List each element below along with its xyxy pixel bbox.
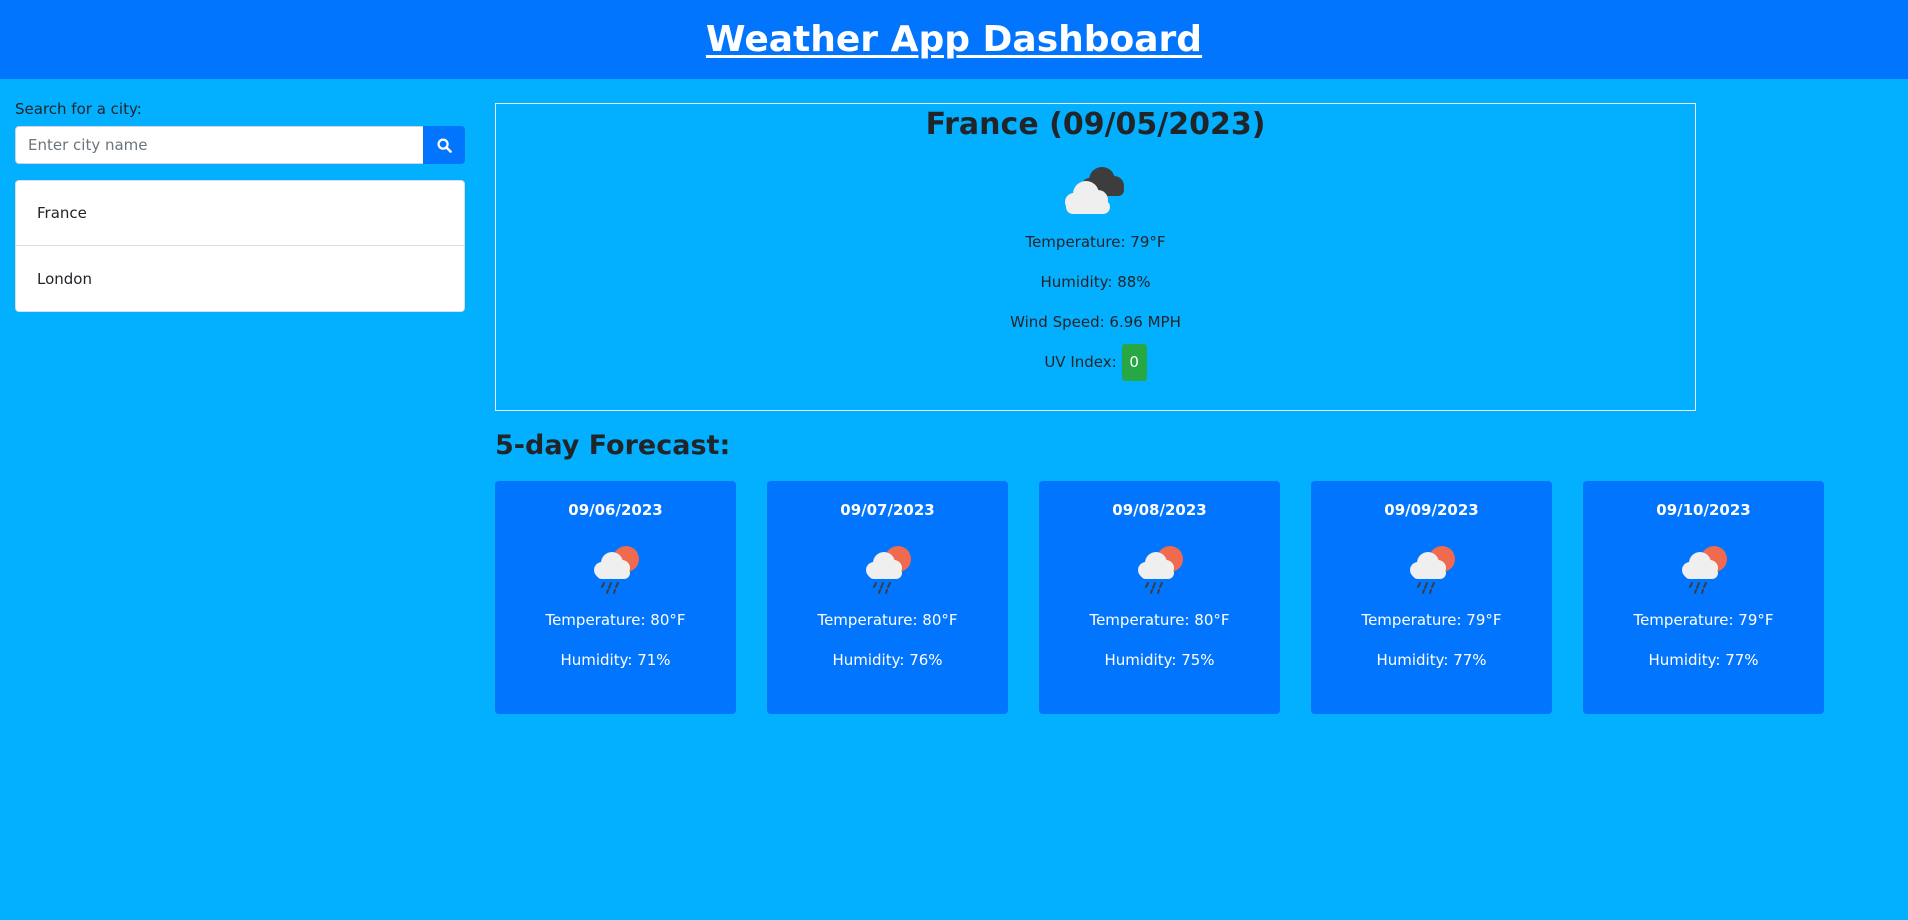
current-wind-speed: Wind Speed: 6.96 MPH [1010,313,1181,331]
current-weather-info: Temperature: 79°F Humidity: 88% Wind Spe… [496,222,1695,382]
current-humidity: Humidity: 88% [1040,273,1151,291]
forecast-humidity: Humidity: 77% [1376,651,1487,669]
forecast-temperature: Temperature: 80°F [1089,611,1230,629]
search-icon [436,137,452,153]
uv-index-label: UV Index: [1044,353,1117,371]
sidebar: Search for a city: France London [15,100,465,312]
forecast-date: 09/08/2023 [1112,501,1207,519]
forecast-card: 09/07/2023 Temperature: 80°F Humidity: 7… [767,481,1008,714]
forecast-card: 09/10/2023 Temperature: 79°F Humidity: 7… [1583,481,1824,714]
forecast-title: 5-day Forecast: [495,430,731,461]
uv-index-row: UV Index: 0 [496,342,1695,382]
search-label: Search for a city: [15,100,142,118]
light-rain-icon [1409,546,1455,594]
forecast-temperature: Temperature: 79°F [1361,611,1502,629]
page-title: Weather App Dashboard [705,19,1203,60]
history-item-france[interactable]: France [15,180,465,246]
forecast-card: 09/06/2023 Temperature: 80°F Humidity: 7… [495,481,736,714]
forecast-date: 09/09/2023 [1384,501,1479,519]
forecast-temperature: Temperature: 79°F [1633,611,1774,629]
city-search-input[interactable] [15,126,423,164]
current-temperature: Temperature: 79°F [1025,233,1166,251]
light-rain-icon [865,546,911,594]
forecast-date: 09/07/2023 [840,501,935,519]
forecast-date: 09/10/2023 [1656,501,1751,519]
forecast-humidity: Humidity: 71% [560,651,671,669]
broken-clouds-icon [1064,167,1124,214]
app-header: Weather App Dashboard [0,0,1908,79]
light-rain-icon [1681,546,1727,594]
light-rain-icon [593,546,639,594]
forecast-date: 09/06/2023 [568,501,663,519]
history-item-london[interactable]: London [15,246,465,312]
light-rain-icon [1137,546,1183,594]
forecast-card: 09/08/2023 Temperature: 80°F Humidity: 7… [1039,481,1280,714]
search-button[interactable] [423,126,465,164]
forecast-temperature: Temperature: 80°F [545,611,686,629]
search-row [15,126,465,164]
forecast-card: 09/09/2023 Temperature: 79°F Humidity: 7… [1311,481,1552,714]
forecast-humidity: Humidity: 75% [1104,651,1215,669]
forecast-humidity: Humidity: 76% [832,651,943,669]
current-city-title: France (09/05/2023) [925,107,1266,142]
search-history-list: France London [15,180,465,312]
forecast-temperature: Temperature: 80°F [817,611,958,629]
forecast-humidity: Humidity: 77% [1648,651,1759,669]
current-weather-panel: France (09/05/2023) Temperature: 79°F Hu… [495,103,1696,411]
uv-index-badge: 0 [1121,343,1147,381]
forecast-cards: 09/06/2023 Temperature: 80°F Humidity: 7… [495,481,1824,714]
